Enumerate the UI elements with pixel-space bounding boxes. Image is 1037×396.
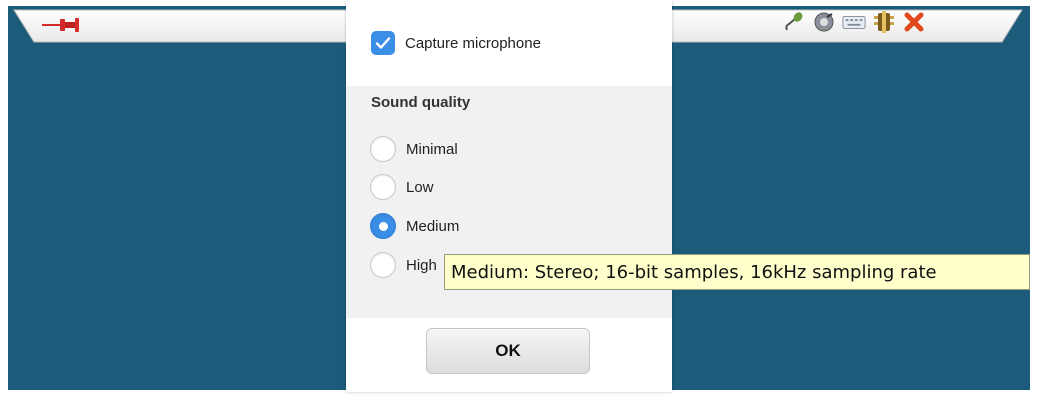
radio-button[interactable] — [370, 252, 396, 278]
close-icon[interactable] — [902, 10, 926, 34]
quality-tooltip: Medium: Stereo; 16-bit samples, 16kHz sa… — [444, 254, 1030, 290]
radio-label: Low — [406, 178, 434, 196]
radio-option-high[interactable]: High — [370, 252, 437, 278]
sound-settings-dialog: Capture microphone Sound quality Minimal… — [346, 0, 672, 392]
pin-icon[interactable] — [42, 15, 82, 35]
radio-button[interactable] — [370, 213, 396, 239]
network-icon[interactable] — [872, 10, 896, 34]
radio-label: Minimal — [406, 140, 458, 158]
ok-button[interactable]: OK — [426, 328, 590, 374]
sound-icon[interactable] — [812, 10, 836, 34]
radio-option-medium[interactable]: Medium — [370, 213, 459, 239]
checkmark-icon — [375, 37, 391, 49]
microphone-icon[interactable] — [782, 10, 806, 34]
radio-button[interactable] — [370, 174, 396, 200]
capture-microphone-row[interactable]: Capture microphone — [371, 31, 541, 55]
capture-microphone-label: Capture microphone — [405, 34, 541, 52]
radio-option-low[interactable]: Low — [370, 174, 434, 200]
radio-option-minimal[interactable]: Minimal — [370, 136, 458, 162]
radio-label: High — [406, 256, 437, 274]
sound-quality-title: Sound quality — [371, 94, 471, 111]
toolbar-icons — [782, 9, 926, 35]
radio-button[interactable] — [370, 136, 396, 162]
keyboard-icon[interactable] — [842, 10, 866, 34]
capture-microphone-checkbox[interactable] — [371, 31, 395, 55]
radio-label: Medium — [406, 217, 460, 235]
